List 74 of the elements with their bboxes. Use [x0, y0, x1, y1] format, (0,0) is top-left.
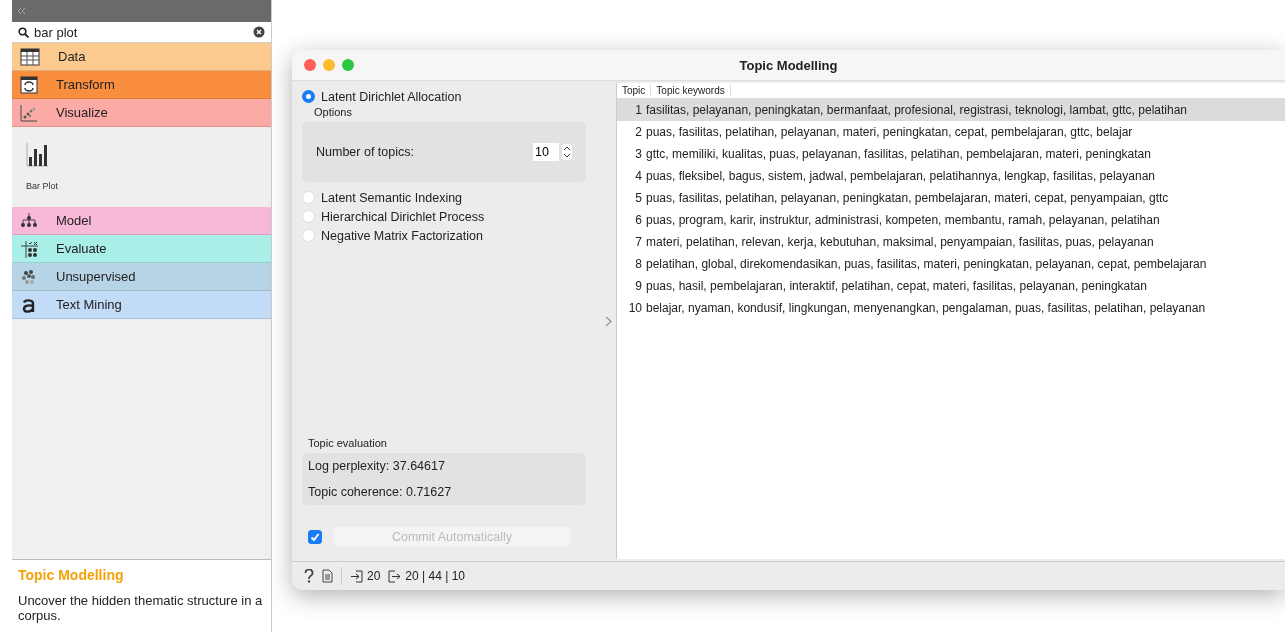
- keywords-cell: fasilitas, pelayanan, peningkatan, bermanfaat, profesional, registrasi, teknologi, lambat, gttc, pelatihan: [646, 103, 1187, 117]
- keywords-cell: puas, fasilitas, pelatihan, pelayanan, materi, peningkatan, cepat, pembelajaran, gttc, belajar: [646, 125, 1133, 139]
- category-item[interactable]: Transform: [12, 71, 271, 99]
- hierarchy-icon: [20, 211, 38, 230]
- table-icon: [20, 47, 40, 66]
- table-row[interactable]: 6 puas, program, karir, instruktur, administrasi, kompeten, membantu, ramah, pelayanan, pelatihan: [617, 209, 1285, 231]
- section-title: Options: [314, 106, 353, 118]
- cluster-icon: [20, 267, 38, 286]
- category-item[interactable]: Unsupervised: [12, 263, 271, 291]
- keywords-cell: gttc, memiliki, kualitas, puas, pelayanan, fasilitas, pelatihan, pembelajaran, materi, peningkatan: [646, 147, 1151, 161]
- table-row[interactable]: 1 fasilitas, pelayanan, peningkatan, bermanfaat, profesional, registrasi, teknologi, lambat, gttc, pelatihan: [617, 99, 1285, 121]
- metric-text: Topic coherence: 0.71627: [308, 485, 453, 499]
- column-header: Topic: [617, 85, 652, 96]
- topic-number: 5: [634, 191, 643, 205]
- category-item[interactable]: Data: [12, 43, 271, 71]
- topic-number: 3: [634, 147, 643, 161]
- topic-number: 8: [634, 257, 643, 271]
- search-field[interactable]: bar plot: [12, 22, 271, 43]
- column-header: Topic keywords: [651, 85, 731, 96]
- help-icon[interactable]: [304, 569, 314, 583]
- keywords-cell: puas, program, karir, instruktur, administrasi, kompeten, membantu, ramah, pelayanan, pelatihan: [646, 213, 1160, 227]
- table-row[interactable]: 2 puas, fasilitas, pelatihan, pelayanan, materi, peningkatan, cepat, pembelajaran, gttc, belajar: [617, 121, 1285, 143]
- radio-option[interactable]: Latent Dirichlet Allocation: [302, 87, 592, 106]
- table-row[interactable]: 4 puas, fleksibel, bagus, sistem, jadwal, pembelajaran, pelatihannya, lengkap, fasilitas, pelayanan: [617, 165, 1285, 187]
- section-title: Topic evaluation: [308, 437, 388, 449]
- topic-number: 4: [634, 169, 643, 183]
- radio-option[interactable]: Latent Semantic Indexing: [302, 188, 592, 207]
- topic-number: 7: [634, 235, 643, 249]
- radio-option[interactable]: Negative Matrix Factorization: [302, 226, 592, 245]
- topic-number: 9: [634, 279, 643, 293]
- close-button[interactable]: [304, 59, 316, 71]
- field-label: Number of topics:: [316, 145, 414, 159]
- document-icon[interactable]: [322, 569, 333, 583]
- topic-number: 2: [634, 125, 643, 139]
- input-icon: [350, 569, 363, 583]
- keywords-cell: puas, fleksibel, bagus, sistem, jadwal, pembelajaran, pelatihannya, lengkap, fasilitas, pelayanan: [646, 169, 1155, 183]
- bar-chart-icon: [26, 143, 48, 167]
- number-field[interactable]: 10: [533, 143, 559, 161]
- keywords-cell: pelatihan, global, direkomendasikan, puas, fasilitas, materi, peningkatan, pelayanan, cepat, pembelajaran: [646, 257, 1207, 271]
- category-item[interactable]: Visualize: [12, 99, 271, 127]
- table-row[interactable]: 10 belajar, nyaman, kondusif, lingkungan, menyenangkan, pengalaman, puas, fasilitas, pelatihan, pelayanan: [617, 297, 1285, 319]
- collapse-icon[interactable]: [16, 7, 26, 15]
- table-row[interactable]: 3 gttc, memiliki, kualitas, puas, pelayanan, fasilitas, pelatihan, pembelajaran, materi, peningkatan: [617, 143, 1285, 165]
- scatter-icon: [20, 103, 38, 122]
- window-title: Topic Modelling: [739, 57, 838, 73]
- topic-number: 1: [634, 103, 643, 117]
- grid-check-icon: [20, 239, 38, 258]
- keywords-cell: puas, hasil, pembelajaran, interaktif, pelatihan, cepat, materi, fasilitas, pelayanan, peningkatan: [646, 279, 1147, 293]
- category-item[interactable]: Model: [12, 207, 271, 235]
- widget-description: Uncover the hidden thematic structure in a corpus.: [18, 593, 263, 623]
- input-count: 20: [367, 569, 381, 583]
- output-icon: [388, 569, 402, 583]
- output-count: 20 | 44 | 10: [405, 569, 465, 583]
- table-row[interactable]: 9 puas, hasil, pembelajaran, interaktif, pelatihan, cepat, materi, fasilitas, pelayanan, peningkatan: [617, 275, 1285, 297]
- search-icon: [18, 26, 29, 38]
- clear-icon[interactable]: [253, 26, 265, 38]
- category-item[interactable]: Evaluate: [12, 235, 271, 263]
- metric-text: Log perplexity: 37.64617: [308, 459, 446, 473]
- widget-item[interactable]: Bar Plot: [26, 143, 271, 191]
- widget-title: Topic Modelling: [18, 567, 125, 583]
- table-row[interactable]: 7 materi, pelatihan, relevan, kerja, kebutuhan, maksimal, penyampaian, fasilitas, puas, pelayanan: [617, 231, 1285, 253]
- stepper-icon[interactable]: [562, 144, 572, 160]
- chevron-right-icon[interactable]: [604, 315, 612, 327]
- table-row[interactable]: 5 puas, fasilitas, pelatihan, pelayanan, peningkatan, pembelajaran, materi, cepat, penyampaian, gttc: [617, 187, 1285, 209]
- radio-option[interactable]: Hierarchical Dirichlet Process: [302, 207, 592, 226]
- keywords-cell: puas, fasilitas, pelatihan, pelayanan, peningkatan, pembelajaran, materi, cepat, penyampaian, gttc: [646, 191, 1169, 205]
- keywords-cell: materi, pelatihan, relevan, kerja, kebutuhan, maksimal, penyampaian, fasilitas, puas, pelayanan: [646, 235, 1154, 249]
- zoom-button[interactable]: [342, 59, 354, 71]
- category-item[interactable]: Text Mining: [12, 291, 271, 319]
- topic-number: 10: [627, 301, 643, 315]
- refresh-icon: [20, 75, 38, 94]
- topic-number: 6: [634, 213, 643, 227]
- table-row[interactable]: 8 pelatihan, global, direkomendasikan, puas, fasilitas, materi, peningkatan, pelayanan, cepat, pembelajaran: [617, 253, 1285, 275]
- keywords-cell: belajar, nyaman, kondusif, lingkungan, menyenangkan, pengalaman, puas, fasilitas, pelatihan, pelayanan: [646, 301, 1206, 315]
